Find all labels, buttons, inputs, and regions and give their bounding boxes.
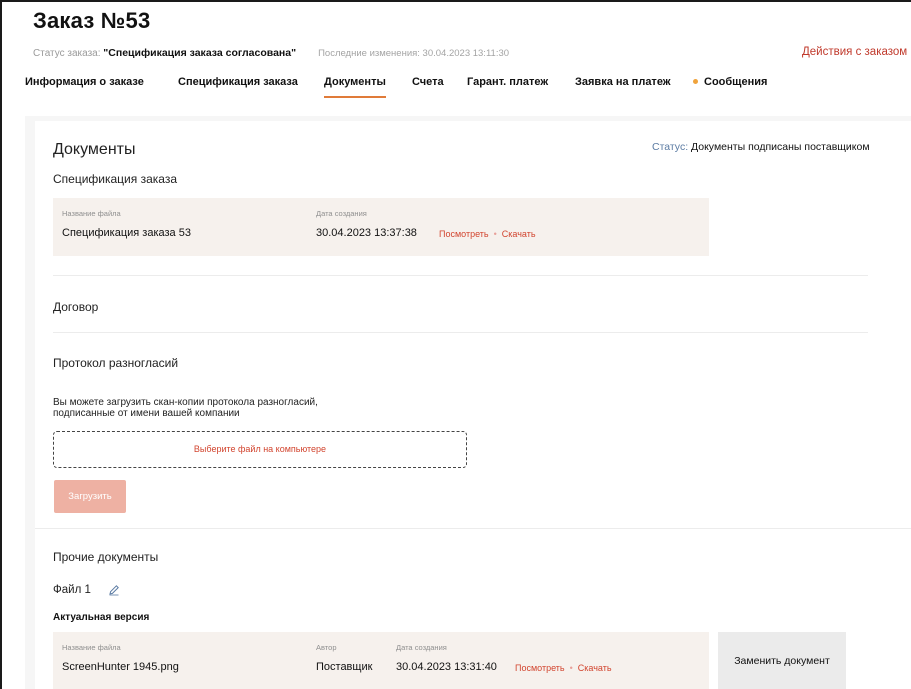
tab-payment-request[interactable]: Заявка на платеж (575, 76, 671, 88)
order-actions-link[interactable]: Действия с заказом (802, 46, 907, 58)
specification-heading: Спецификация заказа (53, 172, 177, 186)
window-frame-top (0, 0, 911, 2)
col-author-label: Автор (316, 643, 337, 652)
tab-messages-label: Сообщения (704, 76, 768, 88)
section-divider (35, 528, 911, 529)
replace-document-button[interactable]: Заменить документ (718, 632, 846, 689)
protocol-heading: Протокол разногласий (53, 356, 179, 370)
col-created-label: Дата создания (396, 643, 447, 652)
last-changes: Последние изменения: 30.04.2023 13:11:30 (318, 48, 510, 59)
specification-file-actions: Посмотреть • Скачать (439, 229, 536, 239)
download-link[interactable]: Скачать (578, 663, 612, 673)
link-separator: • (569, 663, 573, 673)
pencil-icon[interactable] (108, 584, 120, 596)
documents-status-value: Документы подписаны поставщиком (688, 141, 870, 153)
view-link[interactable]: Посмотреть (439, 229, 489, 239)
section-divider (53, 275, 868, 276)
documents-title: Документы (53, 141, 136, 158)
other-file-actions: Посмотреть • Скачать (515, 663, 612, 673)
other-documents-heading: Прочие документы (53, 550, 159, 564)
other-file-row: Название файла Автор Дата создания Scree… (53, 632, 709, 689)
other-author: Поставщик (316, 661, 373, 673)
col-filename-label: Название файла (62, 643, 121, 652)
protocol-hint: Вы можете загрузить скан-копии протокола… (53, 397, 318, 419)
dropzone-label: Выберите файл на компьютере (193, 444, 327, 454)
link-separator: • (493, 229, 497, 239)
specification-file-row: Название файла Дата создания Спецификаци… (53, 198, 709, 256)
protocol-hint-line-1: Вы можете загрузить скан-копии протокола… (53, 397, 318, 408)
unread-indicator-icon (693, 78, 698, 84)
upload-button[interactable]: Загрузить (54, 480, 126, 513)
tab-guarantee-payment[interactable]: Гарант. платеж (467, 76, 548, 88)
tab-messages[interactable]: Сообщения (693, 76, 767, 88)
specification-created: 30.04.2023 13:37:38 (316, 227, 417, 239)
tab-specification[interactable]: Спецификация заказа (178, 76, 298, 88)
download-link[interactable]: Скачать (502, 229, 536, 239)
col-created-label: Дата создания (316, 209, 367, 218)
current-version-label: Актуальная версия (53, 612, 150, 623)
tab-order-info[interactable]: Информация о заказе (25, 76, 144, 88)
other-filename: ScreenHunter 1945.png (62, 661, 179, 673)
section-divider (53, 332, 868, 333)
col-filename-label: Название файла (62, 209, 121, 218)
specification-filename: Спецификация заказа 53 (62, 227, 191, 239)
documents-status-label: Статус: (652, 141, 689, 153)
order-status-line: Статус заказа: "Спецификация заказа согл… (33, 47, 509, 59)
view-link[interactable]: Посмотреть (515, 663, 565, 673)
file-dropzone[interactable]: Выберите файл на компьютере (53, 431, 467, 468)
order-status-label: Статус заказа: (33, 48, 104, 59)
order-status-value: "Спецификация заказа согласована" (103, 47, 297, 59)
protocol-hint-line-2: подписанные от имени вашей компании (53, 408, 240, 419)
documents-status: Статус: Документы подписаны поставщиком (652, 141, 870, 153)
tab-documents[interactable]: Документы (324, 76, 386, 98)
file-1-name: Файл 1 (53, 584, 91, 596)
other-created: 30.04.2023 13:31:40 (396, 661, 497, 673)
window-frame-left (0, 0, 2, 689)
tab-invoices[interactable]: Счета (412, 76, 444, 88)
contract-heading: Договор (53, 300, 99, 314)
page-title: Заказ №53 (33, 8, 151, 33)
